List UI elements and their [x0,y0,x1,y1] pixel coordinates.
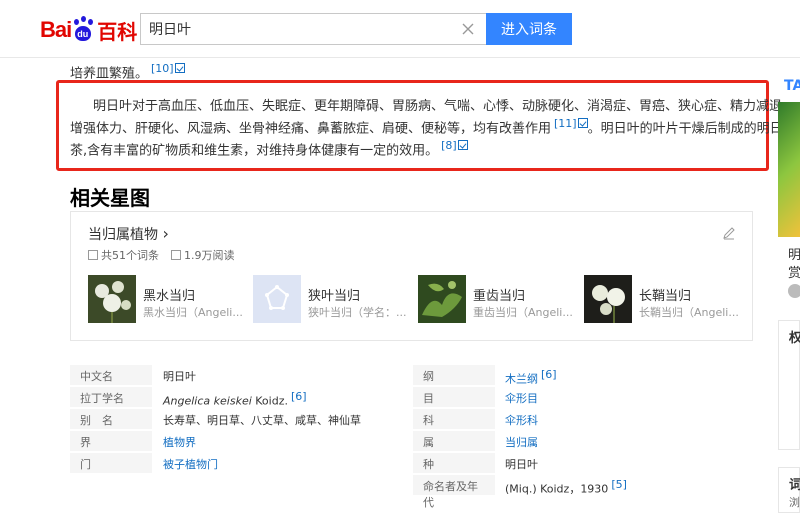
plant-photo-heishui [88,275,136,323]
info-key: 命名者及年代 [413,475,495,509]
avatar [788,284,800,298]
paragraph-line-1: 明日叶对于高血压、低血压、失眠症、更年期障碍、胃肠病、气喘、心悸、动脉硬化、消渴… [93,99,796,114]
list-icon [88,250,98,260]
reference-5[interactable]: [5] [611,478,627,491]
chevron-right-icon: › [162,224,169,243]
paragraph-line-2: 增强体力、肝硬化、风湿病、坐骨神经痛、鼻蓄脓症、肩硬、便秘等，均有改善作用 [11… [70,117,796,136]
related-star-map-title: 相关星图 [70,186,150,210]
plant-name: 狭叶当归 [308,289,361,304]
prev-paragraph-end: 培养皿繁殖。 [10] [70,62,185,81]
plant-photo-zhongchi [418,275,466,323]
plant-desc: 狭叶当归（学名：... [308,306,407,319]
card-title-text: 当归属植物 [88,227,158,243]
logo-baike-text: 百科 [97,19,138,44]
right-sidebar: TA 明 赏 权 词 浏 [778,72,800,513]
rail-card-title: 权 [789,331,800,346]
logo-bai-text: Bai [40,17,72,42]
plant-name: 重齿当归 [473,289,526,304]
info-value: 明日叶 [505,458,538,471]
promo-image[interactable] [778,102,800,237]
info-row: 种 明日叶 [70,453,753,475]
info-key: 种 [413,453,495,473]
plant-item-xiaye[interactable]: 狭叶当归 狭叶当归（学名：... [253,275,413,325]
reference-10[interactable]: [10] [151,62,185,75]
rail-card-text: 浏 [789,496,800,509]
ta-label[interactable]: TA [784,78,800,94]
read-count: 1.9万阅读 [171,247,235,263]
info-key: 目 [413,387,495,407]
plant-item-heishui[interactable]: 黑水当归 黑水当归（Angeli... [88,275,248,325]
rail-text: 赏 [788,266,800,281]
info-value: (Miq.) Koidz，1930 [5] [505,478,627,496]
edit-icon[interactable] [722,226,736,240]
entry-count: 共51个词条 [88,247,159,263]
search-input[interactable] [149,14,449,44]
baidu-baike-logo[interactable]: Bai du 百科 [40,10,137,50]
read-icon [171,250,181,260]
info-row: 目 伞形目 [70,387,753,409]
placeholder-star-icon [253,275,301,323]
rail-card: 词 浏 [778,467,800,513]
info-link[interactable]: 伞形科 [505,412,538,428]
para-line2b-text: 。明日叶的叶片干燥后制成的明日叶 [587,121,796,137]
plant-item-zhongchi[interactable]: 重齿当归 重齿当归（Angeli... [418,275,578,325]
plant-desc: 重齿当归（Angeli... [473,306,573,319]
plant-desc: 黑水当归（Angeli... [143,306,243,319]
clear-icon[interactable] [460,21,476,37]
enter-entry-button[interactable]: 进入词条 [486,13,572,45]
info-key: 科 [413,409,495,429]
plant-desc: 长鞘当归（Angeli... [639,306,739,319]
info-row: 科 伞形科 [70,409,753,431]
info-link[interactable]: 木兰纲 [505,373,538,386]
paw-icon: du [72,16,94,42]
search-box [140,13,486,45]
para-line2-text: 增强体力、肝硬化、风湿病、坐骨神经痛、鼻蓄脓症、肩硬、便秘等，均有改善作用 [70,121,552,137]
reference-8[interactable]: [8] [441,139,468,152]
info-row: 纲 木兰纲 [6] [70,365,753,387]
info-link[interactable]: 伞形目 [505,390,538,406]
plant-item-changqiao[interactable]: 长鞘当归 长鞘当归（Angeli... [584,275,744,325]
plant-photo-changqiao [584,275,632,323]
info-row: 属 当归属 [70,431,753,453]
star-card-title[interactable]: 当归属植物 › [88,224,169,244]
info-key: 属 [413,431,495,451]
reference-6[interactable]: [6] [541,368,557,381]
logo-du-text: du [77,29,89,39]
rail-card-title: 词 [789,478,800,493]
reference-11[interactable]: [11] [554,117,588,130]
info-link[interactable]: 当归属 [505,434,538,450]
star-map-card: 当归属植物 › 共51个词条 1.9万阅读 黑水当归 黑水当归（Angeli..… [70,211,753,341]
info-value: 木兰纲 [6] [505,368,557,387]
star-card-meta: 共51个词条 1.9万阅读 [88,247,235,263]
info-key: 纲 [413,365,495,385]
info-row: 命名者及年代 (Miq.) Koidz，1930 [5] [70,475,753,509]
top-header: Bai du 百科 进入词条 [0,0,800,58]
paragraph-line-3: 茶,含有丰富的矿物质和维生素，对维持身体健康有一定的效用。 [8] [70,139,468,158]
plant-name: 黑水当归 [143,289,196,304]
plant-name: 长鞘当归 [639,289,692,304]
rail-text: 明 [788,248,800,263]
rail-card: 权 [778,320,800,450]
para-line3-text: 茶,含有丰富的矿物质和维生素，对维持身体健康有一定的效用。 [70,143,439,159]
